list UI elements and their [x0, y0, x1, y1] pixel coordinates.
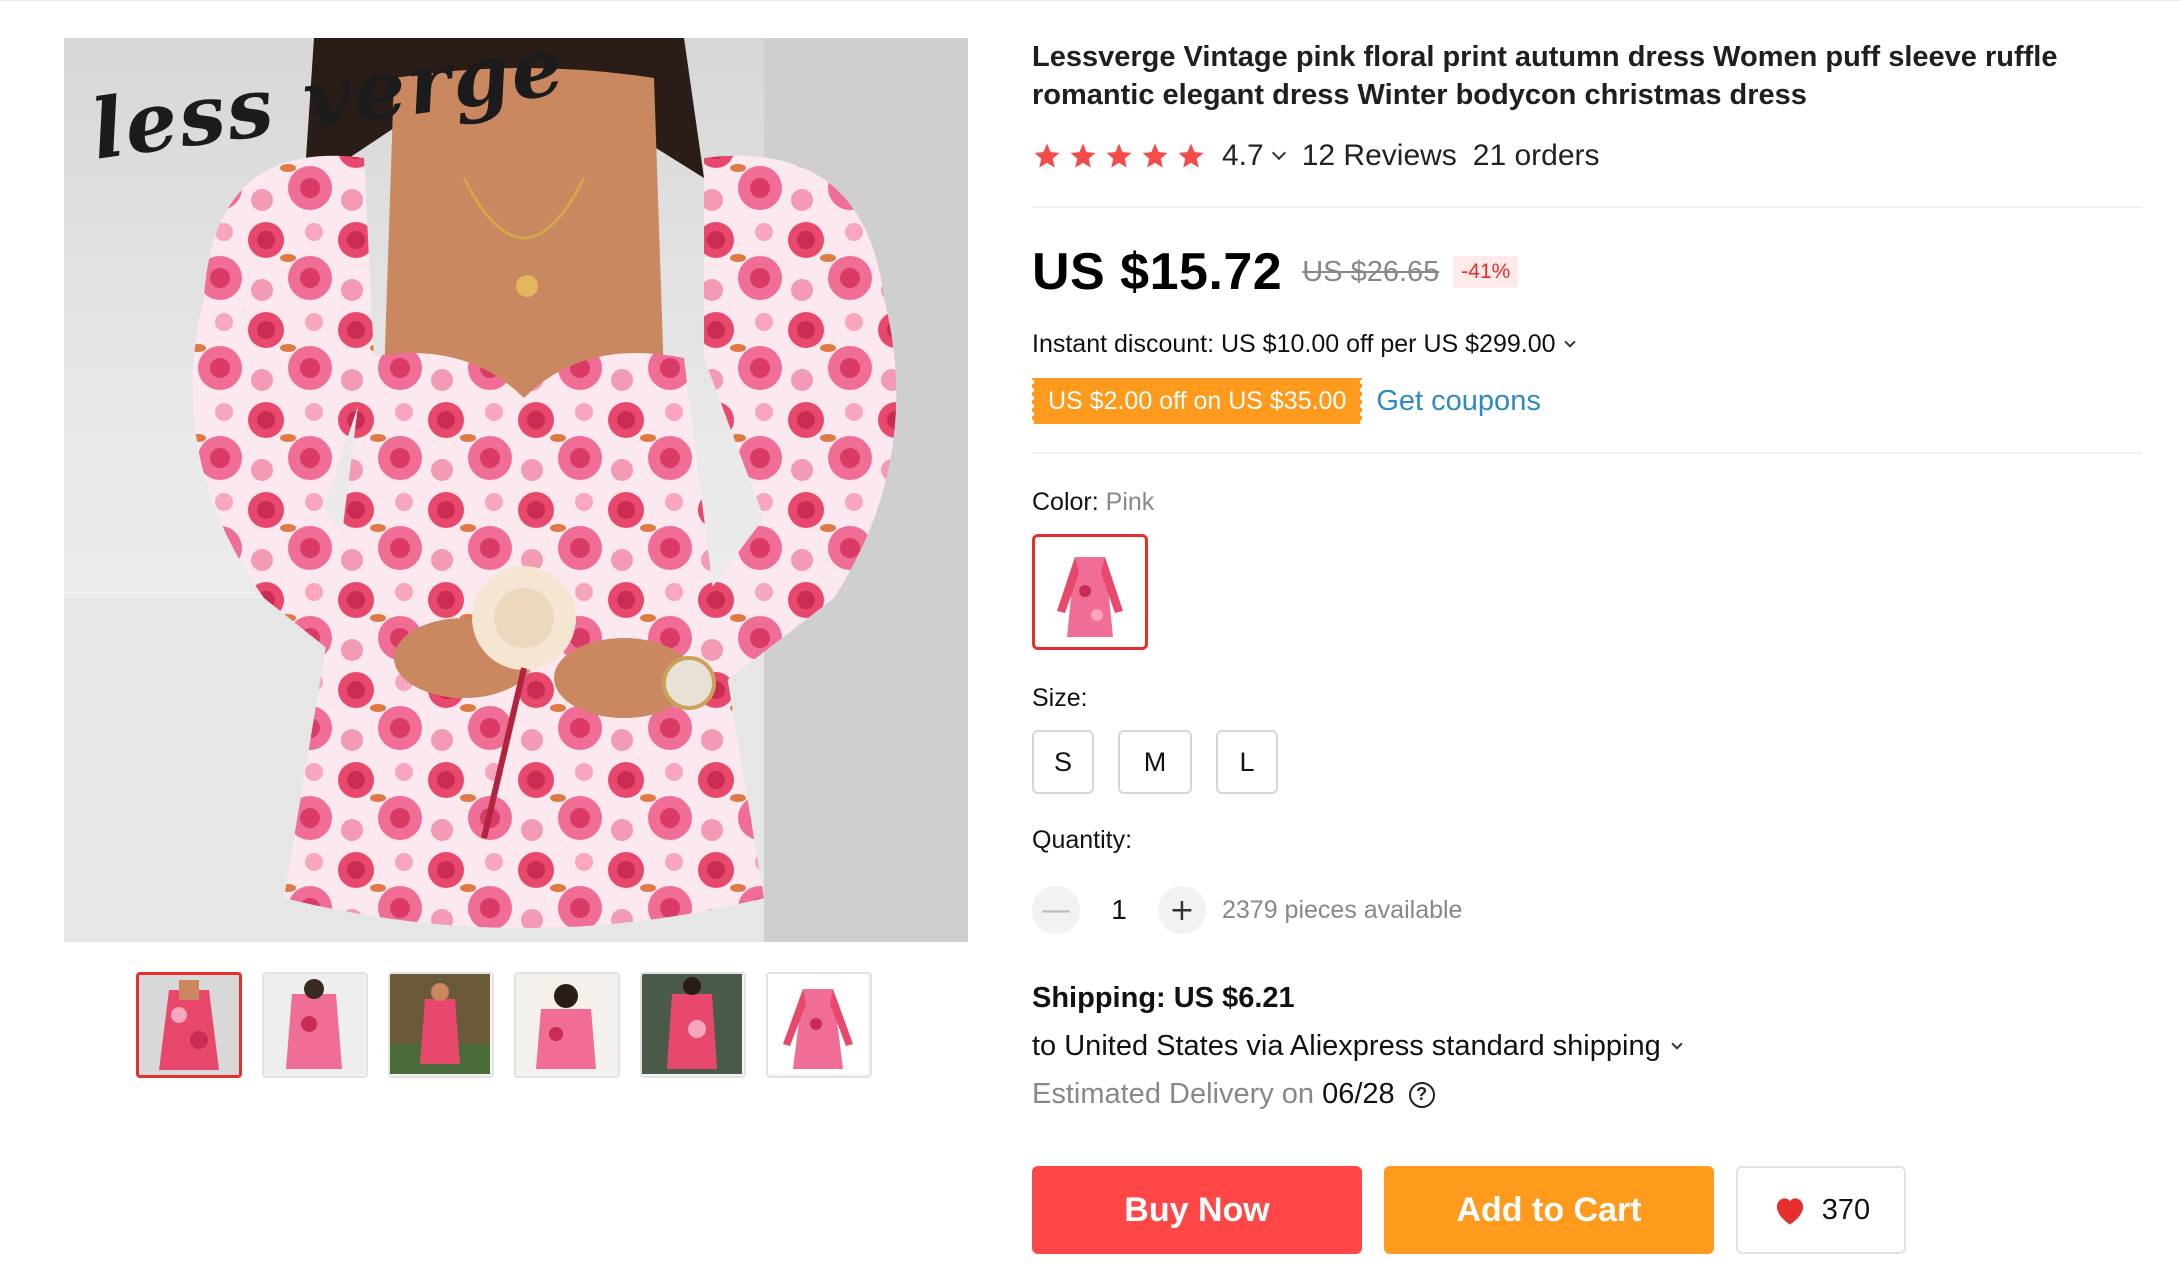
- divider: [1032, 452, 2142, 454]
- get-coupons-link[interactable]: Get coupons: [1376, 385, 1540, 418]
- top-rule: [0, 0, 2182, 1]
- wishlist-count: 370: [1821, 1193, 1871, 1226]
- main-product-image[interactable]: less verge: [64, 38, 968, 942]
- discount-badge: -41%: [1453, 256, 1519, 288]
- quantity-value[interactable]: 1: [1080, 894, 1158, 926]
- dress-photo: [64, 38, 968, 942]
- question-circle-icon[interactable]: ?: [1408, 1081, 1435, 1108]
- estimated-delivery: Estimated Delivery on 06/28 ?: [1032, 1078, 1435, 1111]
- quantity-stepper: — 1 + 2379 pieces available: [1032, 886, 1462, 934]
- star-icon: [1034, 143, 1060, 168]
- shipping-destination: to United States via Aliexpress standard…: [1032, 1030, 1661, 1062]
- coupon-row: US $2.00 off on US $35.00 Get coupons: [1029, 378, 1541, 424]
- product-title: Lessverge Vintage pink floral print autu…: [1032, 41, 2058, 111]
- price-row: US $15.72 US $26.65 -41%: [1032, 242, 1519, 302]
- divider: [1032, 206, 2142, 208]
- thumbnail-5[interactable]: [640, 972, 746, 1078]
- size-option-s[interactable]: S: [1032, 730, 1094, 794]
- star-icon: [1106, 143, 1132, 168]
- buy-now-button[interactable]: Buy Now: [1032, 1166, 1362, 1254]
- reviews-link[interactable]: 12 Reviews: [1302, 139, 1457, 173]
- delivery-date: 06/28: [1322, 1078, 1395, 1110]
- coupon-badge: US $2.00 off on US $35.00: [1029, 378, 1365, 424]
- thumbnail-6-image: [768, 974, 868, 1074]
- chevron-down-icon: [1671, 1037, 1683, 1050]
- instant-discount-dropdown[interactable]: Instant discount: US $10.00 off per US $…: [1032, 330, 1576, 359]
- rating-dropdown[interactable]: 4.7: [1222, 139, 1286, 173]
- thumbnail-3-image: [390, 974, 490, 1074]
- size-options: S M L: [1032, 730, 1278, 794]
- star-icon: [1142, 143, 1168, 168]
- chevron-down-icon: [1563, 335, 1576, 348]
- color-swatch-image: [1057, 557, 1123, 637]
- size-option-m[interactable]: M: [1118, 730, 1192, 794]
- color-value: Pink: [1105, 488, 1155, 516]
- rating-stars: [1032, 141, 1206, 171]
- color-swatch-pink[interactable]: [1032, 534, 1148, 650]
- star-icon: [1070, 143, 1096, 168]
- thumbnail-2[interactable]: [262, 972, 368, 1078]
- thumbnail-3[interactable]: [388, 972, 494, 1078]
- rating-value: 4.7: [1222, 139, 1264, 172]
- chevron-down-icon: [1271, 145, 1286, 161]
- wishlist-button[interactable]: 370: [1736, 1166, 1906, 1254]
- color-label: Color:: [1032, 488, 1099, 516]
- thumbnail-2-image: [264, 974, 364, 1074]
- action-buttons: Buy Now Add to Cart 370: [1032, 1166, 1906, 1254]
- estimated-delivery-label: Estimated Delivery on: [1032, 1078, 1315, 1110]
- current-price: US $15.72: [1032, 243, 1283, 301]
- add-to-cart-button[interactable]: Add to Cart: [1384, 1166, 1714, 1254]
- thumbnail-1-image: [139, 975, 239, 1075]
- quantity-increase-button[interactable]: +: [1158, 886, 1206, 934]
- thumbnail-1[interactable]: [136, 972, 242, 1078]
- instant-discount-text: Instant discount: US $10.00 off per US $…: [1032, 330, 1556, 358]
- thumbnail-6[interactable]: [766, 972, 872, 1078]
- size-option-l[interactable]: L: [1216, 730, 1278, 794]
- thumbnail-strip: [136, 972, 872, 1078]
- shipping-cost: Shipping: US $6.21: [1032, 982, 1295, 1014]
- heart-icon: [1776, 1198, 1803, 1225]
- quantity-decrease-button[interactable]: —: [1032, 886, 1080, 934]
- thumbnail-4[interactable]: [514, 972, 620, 1078]
- rating-row: 4.7 12 Reviews 21 orders: [1032, 138, 1600, 174]
- thumbnail-5-image: [642, 974, 742, 1074]
- size-label: Size:: [1032, 684, 1088, 712]
- shipping-method-dropdown[interactable]: to United States via Aliexpress standard…: [1032, 1030, 1683, 1063]
- star-icon: [1178, 143, 1204, 168]
- pieces-available: 2379 pieces available: [1222, 895, 1463, 924]
- thumbnail-4-image: [516, 974, 616, 1074]
- color-label-row: Color: Pink: [1032, 488, 1154, 517]
- quantity-label: Quantity:: [1032, 826, 1133, 854]
- original-price: US $26.65: [1302, 255, 1440, 288]
- orders-count: 21 orders: [1472, 139, 1600, 172]
